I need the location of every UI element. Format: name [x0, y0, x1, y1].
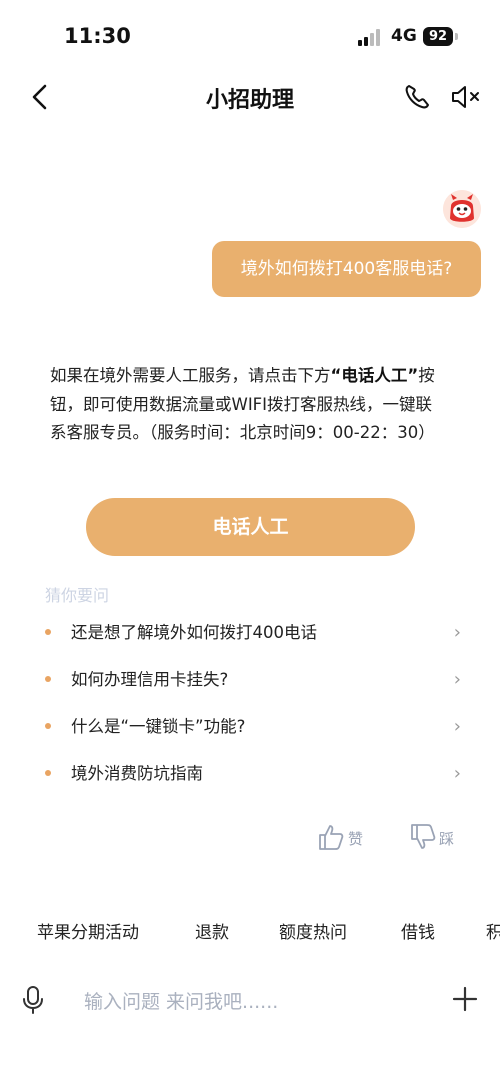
microphone-icon[interactable] [20, 985, 46, 1015]
thumbs-down-icon [411, 824, 436, 849]
suggestions-list: 还是想了解境外如何拨打400电话 › 如何办理信用卡挂失? › 什么是“一键锁卡… [45, 612, 465, 800]
battery-tip [455, 33, 458, 40]
bullet-dot [45, 629, 51, 635]
dislike-label: 踩 [439, 830, 455, 848]
suggestion-text: 还是想了解境外如何拨打400电话 [71, 623, 317, 642]
answer-highlight: “电话人工” [330, 366, 419, 385]
chevron-right-icon: › [453, 622, 461, 643]
question-input[interactable] [82, 985, 416, 1019]
quick-tag[interactable]: 苹果分期活动 [37, 918, 139, 943]
assistant-avatar [443, 190, 481, 228]
input-bar [0, 960, 500, 1040]
suggestion-item[interactable]: 如何办理信用卡挂失? › [45, 659, 465, 706]
like-label: 赞 [348, 830, 364, 848]
suggestions-title: 猜你要问 [45, 586, 110, 605]
quick-tag[interactable]: 退款 [195, 918, 229, 943]
call-agent-button[interactable]: 电话人工 [86, 498, 415, 556]
suggestion-item[interactable]: 什么是“一键锁卡”功能? › [45, 706, 465, 753]
quick-tag[interactable]: 额度热问 [279, 918, 347, 943]
suggestion-item[interactable]: 境外消费防坑指南 › [45, 753, 465, 800]
nav-bar: 小招助理 [0, 72, 500, 122]
speaker-mute-icon[interactable] [450, 82, 482, 112]
quick-tag[interactable]: 借钱 [401, 918, 435, 943]
bullet-dot [45, 676, 51, 682]
chevron-right-icon: › [453, 716, 461, 737]
bullet-dot [45, 770, 51, 776]
assistant-answer: 如果在境外需要人工服务，请点击下方“电话人工”按钮，即可使用数据流量或WIFI拨… [50, 362, 445, 448]
suggestion-text: 如何办理信用卡挂失? [71, 670, 229, 689]
signal-icon [358, 29, 384, 46]
chevron-right-icon: › [453, 669, 461, 690]
user-message-bubble: 境外如何拨打400客服电话? [212, 241, 481, 297]
thumbs-up-icon [319, 825, 344, 850]
plus-icon[interactable] [450, 984, 480, 1014]
status-bar: 11:30 4G 92 [0, 0, 500, 72]
network-type: 4G [391, 26, 417, 46]
chevron-right-icon: › [453, 763, 461, 784]
bullet-dot [45, 723, 51, 729]
answer-text-1: 如果在境外需要人工服务，请点击下方 [50, 366, 331, 385]
phone-icon[interactable] [402, 82, 432, 112]
suggestion-text: 什么是“一键锁卡”功能? [71, 717, 246, 736]
quick-tags-bar: 苹果分期活动 退款 额度热问 借钱 积 [0, 900, 500, 955]
quick-tag[interactable]: 积 [486, 918, 500, 943]
suggestion-text: 境外消费防坑指南 [71, 764, 203, 783]
suggestion-item[interactable]: 还是想了解境外如何拨打400电话 › [45, 612, 465, 659]
battery-icon: 92 [423, 27, 453, 46]
status-time: 11:30 [64, 24, 131, 48]
